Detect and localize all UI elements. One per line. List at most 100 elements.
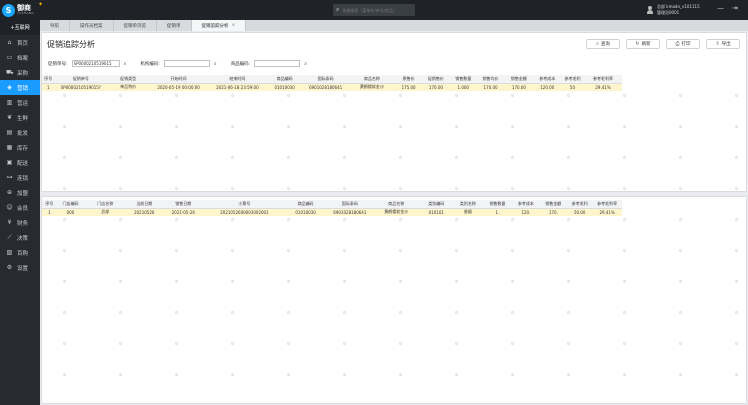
column-header[interactable]: 国际条码	[303, 75, 349, 83]
table-cell: 6901028180641	[309, 84, 343, 90]
table-cell: 170.00	[511, 84, 526, 90]
minimize-icon[interactable]: —	[717, 4, 724, 12]
column-header[interactable]: 结束时间	[208, 75, 267, 83]
column-header[interactable]: 销售日期	[162, 200, 204, 208]
org-code-search-icon[interactable]: ⌕	[214, 61, 217, 67]
table-cell: 170.	[548, 209, 558, 215]
column-header[interactable]: 参考成本	[534, 75, 561, 83]
table-cell: 1.000	[457, 84, 469, 90]
sidebar-item-settings[interactable]: ⚙ 设置	[0, 260, 40, 275]
refresh-icon: ↻	[635, 41, 640, 47]
sidebar-header[interactable]: +互联网	[0, 20, 40, 35]
promo-no-input[interactable]	[71, 60, 120, 67]
sidebar-item-wholesale[interactable]: ▤ 批发	[0, 125, 40, 140]
table-cell: 29.41%	[595, 84, 611, 90]
table-cell: 170.00	[483, 84, 498, 90]
tab-2[interactable]: 促销单浏览	[114, 20, 157, 31]
sidebar-item-shop[interactable]: ▧ 百购	[0, 245, 40, 260]
detail-panel: 序号 门店编码 门店名称 当前日期 销售日期 小票号 商品编码 国际条码 商品名称 类别编码 类别名…	[41, 196, 747, 404]
page-title: 促销追踪分析	[47, 40, 95, 49]
refresh-button[interactable]: ↻ 刷新	[626, 39, 660, 49]
sidebar-item-decision[interactable]: ⟋ 决策	[0, 230, 40, 245]
tab-label: 导航	[50, 23, 59, 29]
column-header[interactable]: 国际条码	[327, 200, 373, 208]
column-header[interactable]: 销售金额	[504, 75, 533, 83]
column-header[interactable]: 商品名称	[373, 200, 419, 208]
column-header[interactable]: 开始时间	[149, 75, 208, 83]
column-header[interactable]: 小票号	[204, 200, 284, 208]
column-header[interactable]: 销售数量	[483, 200, 513, 208]
column-header[interactable]: 当前日期	[126, 200, 162, 208]
column-header[interactable]: 门店名称	[84, 200, 126, 208]
item-code-input[interactable]	[254, 60, 301, 67]
sidebar-item-label: 会员	[17, 205, 29, 212]
column-header[interactable]: 商品编码	[267, 75, 303, 83]
column-header[interactable]: 门店编码	[57, 200, 84, 208]
column-header[interactable]: 销售金额	[540, 200, 567, 208]
export-button[interactable]: ⇪ 导出	[706, 39, 740, 49]
tab-label: 操作员档案	[80, 23, 103, 29]
print-button[interactable]: ⎙ 打印	[666, 39, 700, 49]
sidebar-item-chain[interactable]: ⊶ 连锁	[0, 170, 40, 185]
close-icon[interactable]: ×	[232, 23, 236, 28]
tab-3[interactable]: 促销单	[157, 20, 192, 31]
tab-label: 促销单	[167, 23, 181, 29]
table-row[interactable]: 1 SP0000210519015? 单品特价 2020-05-19 00:00:00…	[42, 83, 622, 91]
sidebar-item-finance[interactable]: ¥ 财务	[0, 215, 40, 230]
column-header[interactable]: 参考毛利	[561, 75, 584, 83]
column-header[interactable]: 类别名称	[453, 200, 483, 208]
chain-icon: ⊶	[6, 174, 13, 181]
archive-icon: ▭	[6, 54, 13, 61]
logo-mark-icon: S	[2, 3, 15, 17]
tab-4[interactable]: 促销追踪分析 ×	[191, 20, 247, 31]
column-header[interactable]: 序号	[42, 75, 55, 83]
logout-icon[interactable]: ⇥	[732, 4, 738, 12]
user-info[interactable]: 总部 kmadn_v101115 管理员0001	[647, 2, 713, 18]
sidebar-item-home[interactable]: ⌂ 首页	[0, 35, 40, 50]
tab-0[interactable]: 导航	[40, 20, 70, 31]
column-header[interactable]: 销售数量	[450, 75, 477, 83]
sidebar-item-label: 加盟	[17, 190, 29, 197]
column-header[interactable]: 类别编码	[419, 200, 453, 208]
home-icon: ⌂	[7, 39, 12, 46]
sidebar-item-inventory[interactable]: ▦ 库存	[0, 140, 40, 155]
table-cell: 50.00	[573, 209, 586, 215]
search-button[interactable]: ⌕ 查询	[586, 39, 620, 49]
column-header[interactable]: 原售价	[395, 75, 422, 83]
sidebar-item-operations[interactable]: ▥ 营运	[0, 95, 40, 110]
sidebar-item-label: 营运	[17, 100, 29, 107]
sidebar-item-franchise[interactable]: ⊕ 加盟	[0, 185, 40, 200]
org-code-input[interactable]	[163, 60, 210, 67]
sidebar-item-member[interactable]: ☺ 会员	[0, 200, 40, 215]
column-header[interactable]: 商品编码	[284, 200, 326, 208]
column-header[interactable]: 促销售价	[422, 75, 449, 83]
wholesale-icon: ▤	[6, 129, 13, 136]
column-header[interactable]: 序号	[42, 200, 57, 208]
sidebar-item-marketing[interactable]: ◈ 营销	[0, 80, 40, 95]
summary-table: 序号 促销单号 促销类型 开始时间 结束时间 商品编码 国际条码 商品名称 原售价 促销售价 销售数…	[42, 75, 622, 91]
column-header[interactable]: 参考毛利率	[584, 75, 622, 83]
tab-1[interactable]: 操作员档案	[70, 20, 114, 31]
fresh-icon: ❦	[6, 114, 13, 121]
sidebar-item-archive[interactable]: ▭ 档案	[0, 50, 40, 65]
sidebar-item-delivery[interactable]: ▣ 配送	[0, 155, 40, 170]
column-header[interactable]: 商品名称	[349, 75, 395, 83]
column-header[interactable]: 促销单号	[55, 75, 108, 83]
global-search[interactable]: ⌕	[333, 4, 415, 16]
decision-icon: ⟋	[7, 233, 12, 241]
column-header[interactable]: 参考毛利	[567, 200, 592, 208]
table-cell: 170.00	[428, 84, 443, 90]
column-header[interactable]: 参考毛利率	[592, 200, 622, 208]
item-code-search-icon[interactable]: ⌕	[304, 61, 307, 67]
column-header[interactable]: 促销类型	[107, 75, 149, 83]
sidebar-item-fresh[interactable]: ❦ 生鲜	[0, 110, 40, 125]
column-header[interactable]: 参考成本	[512, 200, 539, 208]
column-header[interactable]: 销售均价	[477, 75, 504, 83]
promo-no-search-icon[interactable]: ⌕	[124, 61, 127, 67]
settings-icon: ⚙	[6, 264, 13, 271]
finance-icon: ¥	[7, 219, 12, 226]
table-row[interactable]: 1 000 总部 20210526 2021-05-26 2021052600003002…	[42, 208, 622, 216]
sidebar-item-cart[interactable]: ⛟ 采购	[0, 65, 40, 80]
table-cell: 香烟	[463, 209, 472, 215]
global-search-input[interactable]	[342, 7, 413, 13]
